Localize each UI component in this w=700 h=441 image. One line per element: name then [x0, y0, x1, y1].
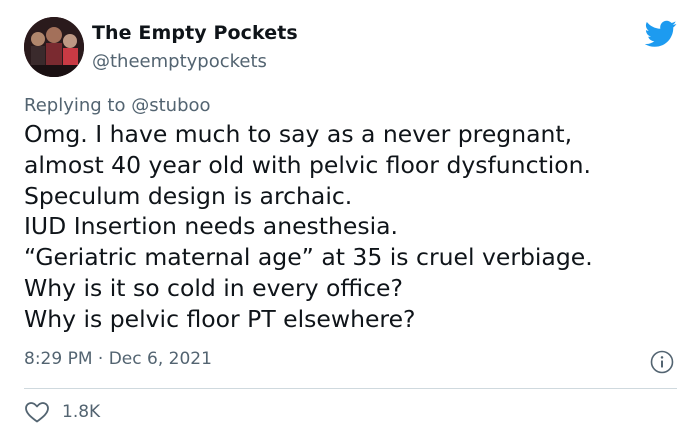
tweet-line: IUD Insertion needs anesthesia.: [24, 212, 399, 241]
info-icon[interactable]: [650, 350, 674, 374]
like-button[interactable]: 1.8K: [24, 400, 100, 424]
meta-separator: ·: [97, 349, 104, 369]
replying-to-label: Replying to: [24, 95, 126, 116]
tweet-timestamp[interactable]: 8:29 PM · Dec 6, 2021: [24, 349, 212, 369]
user-handle[interactable]: @theemptypockets: [92, 51, 267, 72]
tweet-time: 8:29 PM: [24, 349, 93, 369]
tweet-line: Omg. I have much to say as a never pregn…: [24, 120, 573, 148]
tweet-date: Dec 6, 2021: [108, 349, 212, 369]
divider: [24, 388, 677, 389]
tweet-line: Why is it so cold in every office?: [24, 273, 403, 302]
like-count: 1.8K: [62, 402, 101, 422]
reply-mention-link[interactable]: @stuboo: [131, 95, 210, 116]
avatar[interactable]: [24, 17, 84, 77]
tweet-line: Speculum design is archaic.: [24, 181, 353, 210]
tweet-text: Omg. I have much to say as a never pregn…: [24, 119, 684, 335]
display-name[interactable]: The Empty Pockets: [92, 22, 298, 44]
twitter-bird-icon[interactable]: [645, 20, 677, 48]
tweet-line: Why is pelvic floor PT elsewhere?: [24, 304, 416, 333]
tweet-line: “Geriatric maternal age” at 35 is cruel …: [24, 243, 593, 272]
tweet-line: almost 40 year old with pelvic floor dys…: [24, 150, 591, 179]
heart-icon[interactable]: [24, 400, 50, 424]
replying-to: Replying to @stuboo: [24, 95, 211, 116]
